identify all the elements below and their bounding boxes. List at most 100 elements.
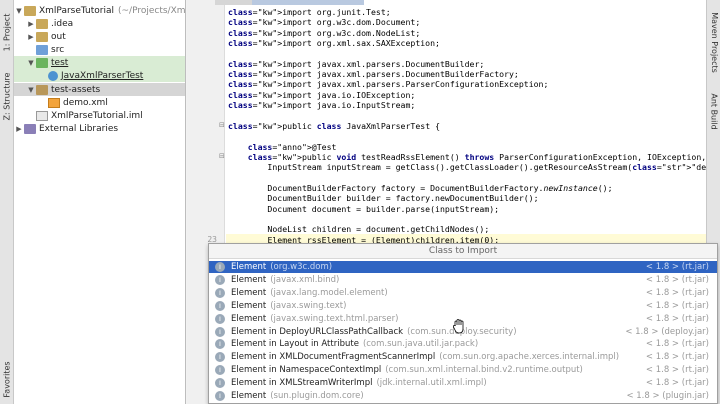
fold-marker-icon[interactable]: ⊟	[219, 121, 225, 129]
interface-icon: I	[215, 313, 225, 324]
code-line[interactable]: NodeList children = document.getChildNod…	[228, 224, 489, 234]
interface-icon: I	[215, 391, 225, 401]
expand-arrow-icon[interactable]: ▶	[26, 33, 36, 41]
expand-arrow-icon[interactable]: ▶	[14, 125, 24, 133]
code-line[interactable]: class="kw">import javax.xml.parsers.Docu…	[228, 69, 519, 79]
code-line[interactable]: Document document = builder.parse(inputS…	[228, 204, 499, 214]
collapse-arrow-icon[interactable]: ▼	[26, 59, 36, 67]
source-folder-icon	[36, 44, 48, 55]
import-candidate-row[interactable]: I Element (javax.swing.text) < 1.8 > (rt.ja…	[209, 300, 717, 312]
candidate-jar: < 1.8 > (rt.jar)	[645, 352, 709, 363]
candidate-jar: < 1.8 > (rt.jar)	[645, 313, 709, 324]
tree-row-demo-xml[interactable]: demo.xml	[14, 96, 185, 109]
ant-build-tab-label: Ant Build	[709, 92, 719, 130]
candidate-name: Element in NamespaceContextImpl	[231, 365, 382, 376]
maven-projects-tab[interactable]: Maven Projects	[707, 2, 720, 82]
candidate-name: Element	[231, 300, 267, 311]
candidate-jar: < 1.8 > (rt.jar)	[645, 262, 709, 272]
root-module-path: (~/Projects/XmlF	[117, 5, 186, 16]
candidate-jar: < 1.8 > (rt.jar)	[645, 300, 709, 311]
code-line[interactable]: class="kw">import org.junit.Test;	[228, 7, 391, 17]
tree-item-label: External Libraries	[39, 123, 119, 134]
code-line[interactable]: DocumentBuilderFactory factory = Documen…	[228, 183, 612, 193]
tree-item-label: demo.xml	[63, 97, 108, 108]
tree-item-label: JavaXmlParserTest	[61, 70, 144, 81]
project-tool-tab-label: 1: Project	[2, 13, 12, 51]
tree-row-out[interactable]: ▶ out	[14, 30, 185, 43]
code-line[interactable]: InputStream inputStream = getClass().get…	[228, 162, 706, 172]
import-candidate-row[interactable]: I Element (org.w3c.dom) < 1.8 > (rt.jar)	[209, 261, 717, 273]
tree-row-test-class[interactable]: JavaXmlParserTest	[14, 69, 185, 82]
candidate-package: (javax.swing.text.html.parser)	[270, 313, 399, 324]
favorites-tool-tab-label: Favorites	[2, 360, 12, 398]
code-line[interactable]: class="anno">@Test	[228, 142, 337, 152]
tree-row-external-libraries[interactable]: ▶ External Libraries	[14, 122, 185, 135]
tree-row-iml[interactable]: XmlParseTutorial.iml	[14, 109, 185, 122]
candidate-jar: < 1.8 > (rt.jar)	[645, 365, 709, 376]
candidate-package: (javax.lang.model.element)	[270, 287, 388, 298]
collapse-arrow-icon[interactable]: ▼	[14, 7, 24, 15]
import-candidate-row[interactable]: I Element in XMLStreamWriterImpl (jdk.inte…	[209, 377, 717, 389]
import-candidate-row[interactable]: I Element in Layout in Attribute (com.sun.…	[209, 338, 717, 350]
candidate-package: (com.sun.org.apache.xerces.internal.impl…	[439, 352, 620, 363]
interface-icon: I	[215, 262, 225, 272]
interface-icon: I	[215, 287, 225, 298]
code-line[interactable]: class="kw">import org.w3c.dom.Document;	[228, 17, 420, 27]
folder-icon	[36, 18, 48, 29]
candidate-name: Element	[231, 274, 267, 285]
code-line[interactable]: class="kw">public class JavaXmlParserTes…	[228, 121, 440, 131]
candidate-jar: < 1.8 > (rt.jar)	[645, 274, 709, 285]
candidate-name: Element in XMLDocumentFragmentScannerImp…	[231, 352, 436, 363]
code-line[interactable]: DocumentBuilder builder = factory.newDoc…	[228, 193, 538, 203]
left-tool-strip: 1: Project Z: Structure Favorites	[0, 0, 14, 404]
import-candidate-row[interactable]: I Element (sun.plugin.dom.core) < 1.8 > (pl…	[209, 390, 717, 402]
interface-icon: I	[215, 378, 225, 389]
code-line[interactable]: class="kw">import java.io.IOException;	[228, 90, 415, 100]
tree-item-label: out	[51, 31, 66, 42]
project-tool-tab[interactable]: 1: Project	[0, 2, 14, 62]
interface-icon: I	[215, 339, 225, 350]
import-candidate-row[interactable]: I Element (javax.xml.bind) < 1.8 > (rt.jar)	[209, 274, 717, 286]
candidate-name: Element	[231, 262, 267, 272]
code-line[interactable]: class="kw">public void testReadRssElemen…	[228, 152, 706, 162]
candidate-jar: < 1.8 > (rt.jar)	[645, 378, 709, 389]
tree-row-test-assets[interactable]: ▼ test-assets	[14, 83, 185, 96]
candidate-name: Element in DeployURLClassPathCallback	[231, 326, 404, 337]
import-candidate-row[interactable]: I Element in NamespaceContextImpl (com.sun…	[209, 364, 717, 376]
tree-item-label: test	[51, 57, 69, 68]
candidate-name: Element	[231, 391, 267, 401]
candidate-jar: < 1.8 > (rt.jar)	[645, 339, 709, 350]
editor-tab-active[interactable]	[252, 0, 364, 5]
interface-icon: I	[215, 274, 225, 285]
interface-icon: I	[215, 365, 225, 376]
structure-tool-tab-label: Z: Structure	[2, 72, 12, 120]
tree-row-idea[interactable]: ▶ .idea	[14, 17, 185, 30]
candidate-package: (com.sun.java.util.jar.pack)	[362, 339, 479, 350]
tree-row-root[interactable]: ▼ XmlParseTutorial (~/Projects/XmlF	[14, 4, 186, 17]
code-line[interactable]: class="kw">import java.io.InputStream;	[228, 100, 415, 110]
module-folder-icon	[24, 5, 36, 16]
candidate-jar: < 1.8 > (plugin.jar)	[626, 391, 709, 401]
code-line[interactable]: class="kw">import org.w3c.dom.NodeList;	[228, 28, 420, 38]
tree-item-label: .idea	[51, 18, 74, 29]
candidate-name: Element in XMLStreamWriterImpl	[231, 378, 373, 389]
tree-item-label: test-assets	[51, 84, 101, 95]
tree-row-src[interactable]: src	[14, 43, 185, 56]
fold-marker-icon[interactable]: ⊟	[219, 152, 225, 160]
interface-icon: I	[215, 326, 225, 337]
code-line[interactable]: class="kw">import org.xml.sax.SAXExcepti…	[228, 38, 440, 48]
favorites-tool-tab[interactable]: Favorites	[0, 354, 14, 404]
candidate-package: (com.sun.xml.internal.bind.v2.runtime.ou…	[385, 365, 583, 376]
expand-arrow-icon[interactable]: ▶	[26, 20, 36, 28]
ant-build-tab[interactable]: Ant Build	[707, 86, 720, 136]
code-line[interactable]: class="kw">import javax.xml.parsers.Docu…	[228, 59, 484, 69]
maven-projects-tab-label: Maven Projects	[709, 11, 719, 73]
interface-icon: I	[215, 352, 225, 363]
structure-tool-tab[interactable]: Z: Structure	[0, 66, 14, 126]
import-candidate-row[interactable]: I Element in XMLDocumentFragmentScannerIm…	[209, 351, 717, 363]
tree-row-test[interactable]: ▼ test	[14, 56, 185, 69]
collapse-arrow-icon[interactable]: ▼	[26, 86, 36, 94]
module-file-icon	[36, 110, 48, 121]
import-candidate-row[interactable]: I Element (javax.lang.model.element) < 1.8 …	[209, 287, 717, 299]
code-line[interactable]: class="kw">import javax.xml.parsers.Pars…	[228, 79, 548, 89]
